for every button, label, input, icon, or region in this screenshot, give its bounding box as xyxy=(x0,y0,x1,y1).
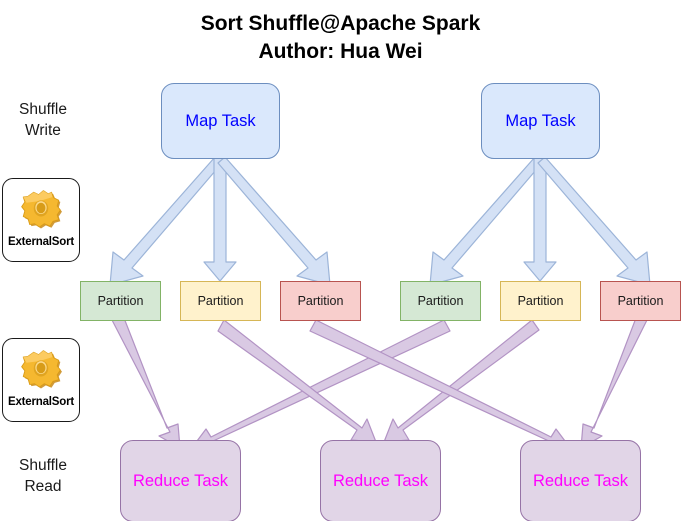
stage-label-line-1: Shuffle xyxy=(19,457,67,474)
stage-label-line-1: Shuffle xyxy=(19,101,67,118)
map-task-node-1[interactable]: Map Task xyxy=(161,83,280,159)
partition-label: Partition xyxy=(197,294,244,308)
stage-label-shuffle-write: Shuffle Write xyxy=(4,100,82,142)
external-sort-label: ExternalSort xyxy=(8,236,74,248)
reduce-task-node-2[interactable]: Reduce Task xyxy=(320,440,441,521)
reduce-task-node-3[interactable]: Reduce Task xyxy=(520,440,641,521)
map-task-label: Map Task xyxy=(185,111,256,130)
external-sort-box-write[interactable]: ExternalSort xyxy=(2,178,80,262)
partition-node-4[interactable]: Partition xyxy=(400,281,481,321)
diagram-title: Sort Shuffle@Apache Spark Author: Hua We… xyxy=(0,10,681,65)
edge-map1-to-partition3 xyxy=(217,156,331,286)
title-line-1: Sort Shuffle@Apache Spark xyxy=(200,12,481,35)
reduce-task-label: Reduce Task xyxy=(132,471,229,490)
partition-label: Partition xyxy=(517,294,564,308)
edge-partition6-to-reduce3 xyxy=(580,317,648,449)
partition-label: Partition xyxy=(297,294,344,308)
external-sort-box-read[interactable]: ExternalSort xyxy=(2,338,80,422)
edge-partition1-to-reduce1 xyxy=(111,317,181,449)
partition-label: Partition xyxy=(417,294,464,308)
stage-label-line-2: Write xyxy=(25,121,61,139)
stage-label-line-2: Read xyxy=(24,477,62,495)
diagram-canvas: Sort Shuffle@Apache Spark Author: Hua We… xyxy=(0,0,681,521)
edge-map1-to-partition1 xyxy=(109,156,223,286)
title-line-2: Author: Hua Wei xyxy=(258,39,423,63)
partition-node-6[interactable]: Partition xyxy=(600,281,681,321)
edge-partition5-to-reduce2 xyxy=(383,319,540,443)
edge-map2-to-partition4 xyxy=(429,156,543,286)
map-task-label: Map Task xyxy=(505,111,576,130)
gear-icon xyxy=(21,190,62,229)
edge-partition2-to-reduce2 xyxy=(217,319,377,443)
map-task-node-2[interactable]: Map Task xyxy=(481,83,600,159)
partition-node-2[interactable]: Partition xyxy=(180,281,261,321)
partition-node-3[interactable]: Partition xyxy=(280,281,361,321)
reduce-task-label: Reduce Task xyxy=(332,471,429,490)
partition-node-5[interactable]: Partition xyxy=(500,281,581,321)
gear-icon xyxy=(21,350,62,389)
edge-map2-to-partition5 xyxy=(523,156,557,282)
stage-label-shuffle-read: Shuffle Read xyxy=(4,456,82,498)
edge-partition3-to-reduce3 xyxy=(309,319,572,453)
external-sort-label: ExternalSort xyxy=(8,396,74,408)
reduce-task-node-1[interactable]: Reduce Task xyxy=(120,440,241,521)
partition-label: Partition xyxy=(97,294,144,308)
reduce-task-label: Reduce Task xyxy=(532,471,629,490)
edge-map2-to-partition6 xyxy=(537,156,651,286)
partition-label: Partition xyxy=(617,294,664,308)
edge-map1-to-partition2 xyxy=(203,156,237,282)
partition-node-1[interactable]: Partition xyxy=(80,281,161,321)
edge-partition4-to-reduce1 xyxy=(190,319,451,453)
